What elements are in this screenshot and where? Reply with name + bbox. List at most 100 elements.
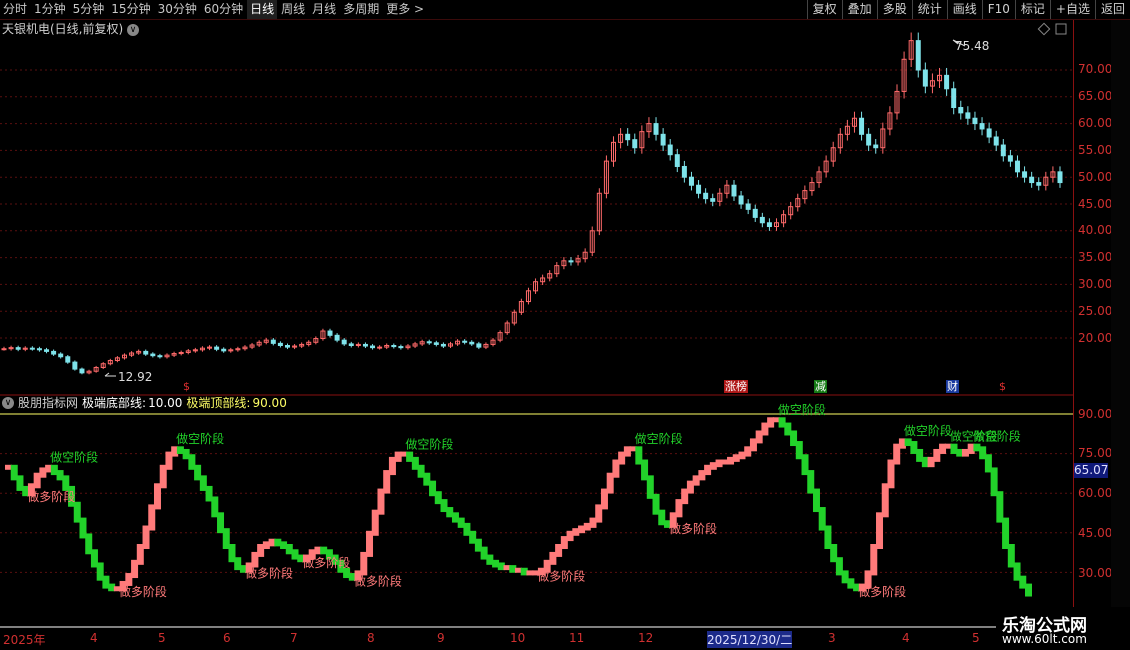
indicator-bar [704,464,712,476]
indicator-bar [343,567,351,579]
candle-body [398,346,404,349]
candle-body [873,144,879,149]
indicator-bar [406,451,414,462]
candle-body [681,165,687,178]
indicator-bar [50,464,58,476]
indicator-bar [400,451,408,457]
stock-name: 天银机电(日线,前复权) [2,22,124,36]
tab-multi-period[interactable]: 多周期 [340,0,382,19]
tab-30min[interactable]: 30分钟 [155,0,200,19]
candle-body [263,339,269,343]
tab-more[interactable]: 更多 > [383,0,427,19]
indicator-bar [503,565,511,571]
back-button[interactable]: 返回 [1094,0,1130,19]
stock-title[interactable]: 天银机电(日线,前复权) ∨ [0,20,140,38]
tab-fenshi[interactable]: 分时 [0,0,30,19]
candle-body [518,301,524,313]
indicator-bar [709,462,717,470]
indicator-bar [996,491,1004,523]
candle-body [582,251,588,260]
indicator-bar [761,422,769,436]
tab-1min[interactable]: 1分钟 [31,0,69,19]
top-line-value: 90.00 [252,396,287,410]
candle-body [710,198,716,202]
tab-monthly[interactable]: 月线 [309,0,339,19]
chevron-down-icon[interactable]: ∨ [127,23,140,36]
candle-body [774,222,780,228]
indicator-bar [222,528,230,549]
candle-body [1050,171,1056,178]
indicator-bar [451,512,459,523]
phase-label: 做多阶段 [669,521,717,536]
indicator-bar [492,559,500,568]
mark-button[interactable]: 标记 [1014,0,1050,19]
restore-right-button[interactable]: 复权 [806,0,842,19]
candle-body [29,347,35,350]
chevron-down-icon[interactable]: ∨ [2,397,14,409]
indicator-bar [790,430,798,447]
statistics-button[interactable]: 统计 [911,0,947,19]
draw-line-button[interactable]: 画线 [946,0,982,19]
candle-body [497,332,503,341]
event-tag-zhangbang[interactable]: 涨榜 [724,380,748,393]
event-tag-dollar[interactable]: $ [182,380,191,393]
indicator-bar [1002,517,1010,549]
watermark-url: www.60lt.com [1002,632,1087,646]
event-tag-cai[interactable]: 财 [946,380,959,393]
indicator-bar [360,551,368,576]
indicator-bar [537,567,545,576]
right-axis-border [1073,20,1074,625]
candle-body [965,112,971,119]
indicator-bar [457,517,465,528]
candle-body [795,198,801,208]
indicator-bar [881,483,889,518]
tab-60min[interactable]: 60分钟 [201,0,246,19]
tab-weekly[interactable]: 周线 [278,0,308,19]
indicator-bar [675,499,683,518]
indicator-bar [239,565,247,573]
candle-body [114,357,120,362]
overlay-button[interactable]: 叠加 [841,0,877,19]
candle-body [759,216,765,224]
indicator-bar [618,451,626,465]
indicator-bar [509,565,517,573]
indicator-bar [474,538,482,552]
window-square-icon[interactable] [1055,23,1067,35]
phase-label: 做空阶段 [50,450,98,465]
indicator-name[interactable]: 股朋指标网 [18,395,78,412]
indicator-bar [755,430,763,444]
top-line-label: 极端顶部线: [186,396,251,410]
candle-body [107,360,113,365]
tab-5min[interactable]: 5分钟 [70,0,108,19]
candle-body [1029,176,1035,184]
multi-stock-button[interactable]: 多股 [876,0,912,19]
add-watchlist-button[interactable]: +自选 [1049,0,1095,19]
candle-body [1036,182,1042,186]
oscillator-bars [5,417,1032,597]
f10-button[interactable]: F10 [981,0,1015,19]
candle-body [951,88,957,109]
indicator-bar [801,454,809,476]
candle-body [58,353,64,358]
indicator-bar [423,472,431,486]
candle-body [341,339,347,345]
indicator-bar [778,417,786,428]
candle-body [944,74,950,90]
settings-square-icon[interactable] [1037,22,1051,36]
indicator-bar [910,441,918,454]
tab-15min[interactable]: 15分钟 [108,0,153,19]
indicator-bar [325,549,333,560]
indicator-bar [217,512,225,534]
event-tag-dollar-2[interactable]: $ [998,380,1007,393]
indicator-bar [744,446,752,457]
indicator-bar [721,459,729,465]
indicator-bar [984,454,992,473]
indicator-bar [835,557,843,576]
candle-body [433,342,439,345]
candle-body [490,339,496,345]
indicator-bar [1013,562,1021,581]
tab-daily[interactable]: 日线 [247,0,278,19]
candle-body [802,190,808,200]
price-chart[interactable]: 做多阶段做空阶段做多阶段做空阶段做多阶段做多阶段做多阶段做空阶段做多阶段做空阶段… [0,0,1130,650]
event-tag-jian[interactable]: 减 [814,380,827,393]
